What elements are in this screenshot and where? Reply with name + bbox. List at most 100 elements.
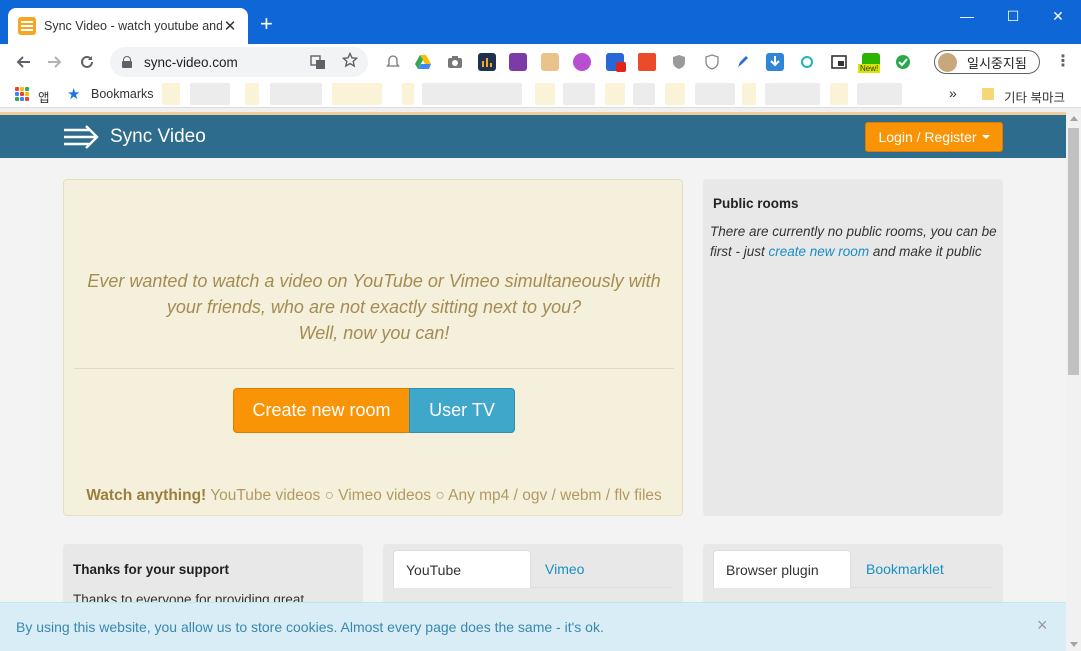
cookie-close-icon[interactable]: ×: [1037, 615, 1048, 636]
analytics-extension-icon[interactable]: [478, 53, 496, 71]
blurred-bookmark[interactable]: [535, 83, 555, 105]
public-rooms-title: Public rooms: [713, 196, 799, 211]
browser-tab[interactable]: Sync Video - watch youtube and ✕: [8, 8, 248, 44]
profile-status: 일시중지됨: [967, 55, 1027, 71]
blurred-bookmark[interactable]: [245, 83, 259, 105]
login-register-label: Login / Register: [878, 129, 977, 145]
pen-icon[interactable]: [734, 53, 752, 71]
tab-title: Sync Video - watch youtube and: [44, 19, 222, 33]
user-tv-button[interactable]: User TV: [409, 388, 515, 433]
blurred-bookmark[interactable]: [695, 83, 735, 105]
minimize-button[interactable]: —: [944, 4, 990, 28]
caret-down-icon: [981, 135, 990, 139]
tab-close-icon[interactable]: ✕: [222, 17, 238, 35]
features-list: YouTube videos ○ Vimeo videos ○ Any mp4 …: [206, 487, 662, 504]
create-new-room-button[interactable]: Create new room: [233, 388, 410, 433]
cookie-notice: By using this website, you allow us to s…: [0, 602, 1066, 651]
hero-tagline: Ever wanted to watch a video on YouTube …: [64, 268, 684, 346]
camera-icon[interactable]: [446, 53, 464, 71]
folder-icon: [982, 88, 994, 100]
blurred-bookmark[interactable]: [332, 83, 382, 105]
close-window-button[interactable]: ✕: [1035, 4, 1081, 28]
naver-extension-icon[interactable]: New!: [858, 53, 881, 73]
hero-line-3: Well, now you can!: [298, 323, 450, 343]
onenote-icon[interactable]: [509, 53, 527, 71]
browser-toolbar: sync-video.com New!: [0, 44, 1081, 80]
login-register-button[interactable]: Login / Register: [865, 122, 1003, 152]
tab-vimeo[interactable]: Vimeo: [545, 550, 584, 588]
url-text: sync-video.com: [144, 54, 238, 70]
browser-menu-icon[interactable]: ⋮: [1055, 52, 1071, 72]
page-scrollbar[interactable]: [1066, 112, 1081, 651]
blurred-bookmark[interactable]: [830, 83, 848, 105]
maximize-button[interactable]: ☐: [990, 4, 1036, 28]
bookmarks-folder[interactable]: Bookmarks: [91, 87, 154, 101]
apps-grid-icon[interactable]: [15, 87, 29, 101]
blurred-bookmark[interactable]: [633, 83, 655, 105]
forward-arrow-icon[interactable]: [43, 50, 67, 74]
scroll-down-icon[interactable]: [1070, 642, 1078, 647]
scroll-up-icon[interactable]: [1070, 116, 1078, 121]
tab-browser-plugin[interactable]: Browser plugin: [713, 550, 851, 588]
tab-youtube[interactable]: YouTube: [393, 550, 531, 588]
public-rooms-panel: Public rooms There are currently no publ…: [703, 179, 1003, 516]
blurred-bookmark[interactable]: [422, 83, 522, 105]
public-rooms-text-after: and make it public: [869, 244, 982, 259]
google-drive-icon[interactable]: [414, 53, 432, 71]
bookmarks-star-icon: ★: [67, 86, 81, 103]
tp-shield-icon[interactable]: [703, 53, 721, 71]
download-icon[interactable]: [766, 53, 784, 71]
new-tab-button[interactable]: +: [260, 13, 273, 35]
blurred-bookmark[interactable]: [765, 83, 820, 105]
screen-capture-icon[interactable]: [606, 53, 626, 72]
hero-line-2: your friends, who are not exactly sittin…: [166, 297, 582, 317]
browser-titlebar: Sync Video - watch youtube and ✕ + — ☐ ✕: [0, 0, 1081, 44]
sync-logo-icon[interactable]: [62, 124, 100, 150]
apps-bookmark[interactable]: 앱: [38, 87, 50, 106]
sync-arrows-icon[interactable]: [798, 53, 816, 71]
hero-line-1: Ever wanted to watch a video on YouTube …: [87, 271, 661, 291]
blurred-bookmark[interactable]: [665, 83, 685, 105]
site-brand[interactable]: Sync Video: [110, 126, 206, 148]
page-top-accent: [0, 112, 1066, 115]
other-bookmarks[interactable]: 기타 북마크: [1004, 87, 1065, 106]
lock-icon: [122, 56, 132, 68]
new-badge: New!: [858, 64, 881, 73]
tab-bookmarklet[interactable]: Bookmarklet: [866, 550, 944, 588]
picture-in-picture-icon[interactable]: [830, 53, 848, 71]
translate-icon[interactable]: [310, 54, 326, 73]
notification-bell-icon[interactable]: [384, 53, 402, 71]
features-lead: Watch anything!: [86, 487, 207, 504]
create-new-room-link[interactable]: create new room: [769, 244, 870, 259]
d-extension-icon[interactable]: [573, 53, 591, 71]
public-rooms-text: There are currently no public rooms, you…: [710, 222, 1000, 262]
office-icon[interactable]: [638, 53, 656, 71]
blurred-bookmark[interactable]: [605, 83, 625, 105]
face-extension-icon[interactable]: [541, 53, 559, 71]
bookmarks-bar: 앱 ★ Bookmarks » 기타 북마크: [0, 80, 1081, 108]
page-viewport: Sync Video Login / Register Ever wanted …: [0, 112, 1066, 651]
sync-video-favicon-icon: [18, 17, 36, 35]
bookmark-star-icon[interactable]: [341, 51, 359, 71]
back-arrow-icon[interactable]: [11, 50, 35, 74]
hero-divider: [74, 368, 674, 369]
support-title: Thanks for your support: [73, 562, 230, 577]
site-navbar: Sync Video Login / Register: [0, 115, 1066, 158]
address-bar[interactable]: sync-video.com: [110, 47, 368, 77]
shield-icon[interactable]: [670, 53, 688, 71]
blurred-bookmark[interactable]: [742, 83, 756, 105]
hero-panel: Ever wanted to watch a video on YouTube …: [63, 179, 683, 516]
scrollbar-thumb[interactable]: [1068, 128, 1079, 375]
blurred-bookmark[interactable]: [402, 83, 414, 105]
bookmarks-overflow-icon[interactable]: »: [949, 85, 957, 101]
blurred-bookmark[interactable]: [857, 83, 902, 105]
blurred-bookmark[interactable]: [270, 83, 322, 105]
avatar: [938, 52, 957, 72]
check-extension-icon[interactable]: [894, 53, 912, 71]
reload-icon[interactable]: [75, 50, 99, 74]
blurred-bookmark[interactable]: [563, 83, 595, 105]
blurred-bookmark[interactable]: [162, 83, 180, 105]
blurred-bookmark[interactable]: [190, 83, 230, 105]
profile-button[interactable]: 일시중지됨: [934, 50, 1040, 74]
features-line: Watch anything! YouTube videos ○ Vimeo v…: [64, 487, 684, 505]
